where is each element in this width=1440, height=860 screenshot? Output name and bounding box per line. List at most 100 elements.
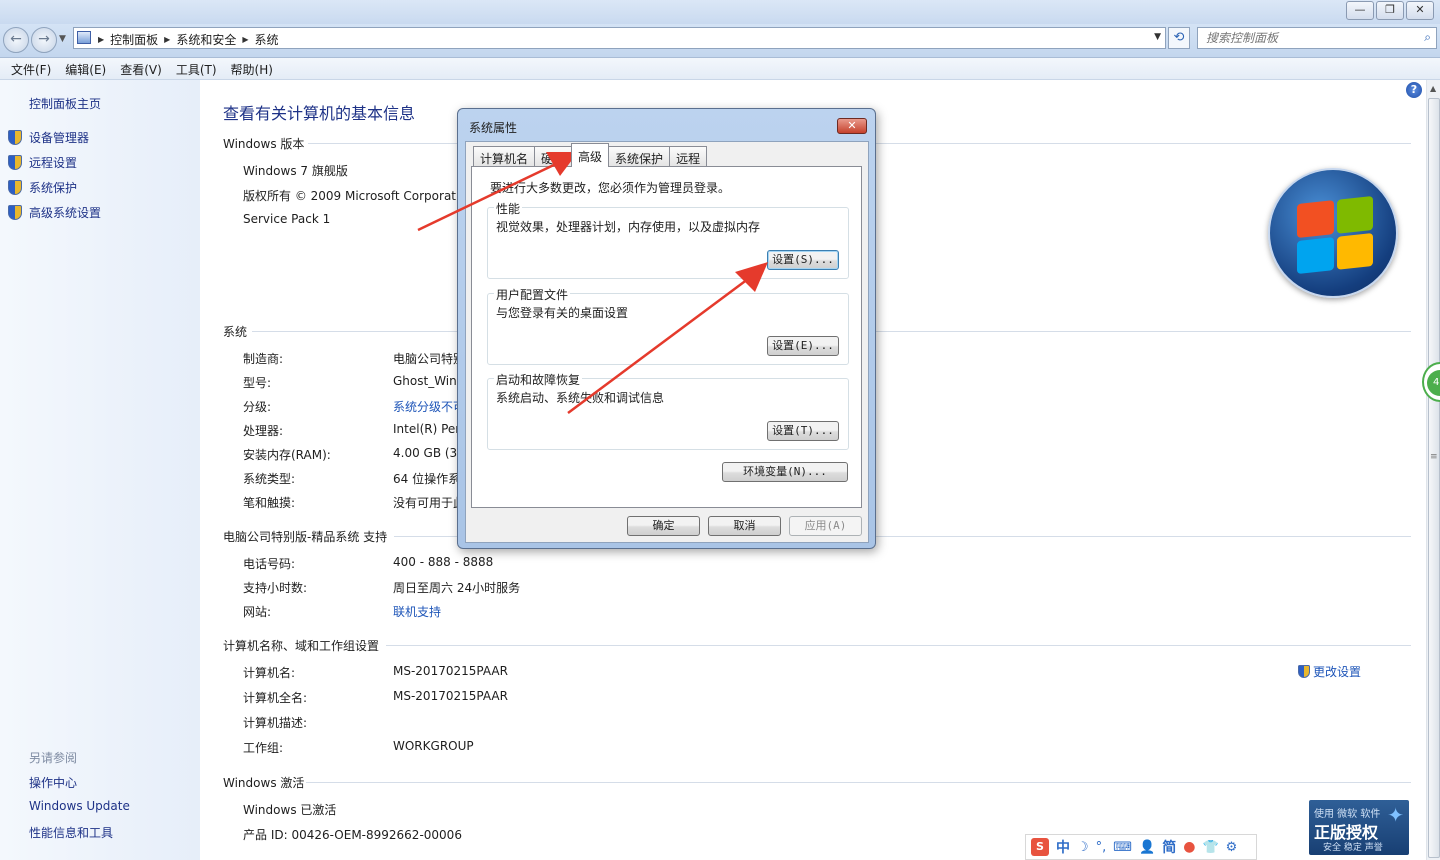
punctuation-icon[interactable]: °, <box>1096 840 1107 855</box>
product-id: 产品 ID: 00426-OEM-8992662-00006 <box>243 828 462 842</box>
computer-name-value: MS-20170215PAAR <box>393 664 508 678</box>
simplified-toggle[interactable]: 简 <box>1162 837 1176 857</box>
startup-recovery-group: 启动和故障恢复 系统启动、系统失败和调试信息 设置(T)... <box>487 371 849 450</box>
forward-button[interactable]: → <box>31 27 57 53</box>
startup-settings-button[interactable]: 设置(T)... <box>767 421 839 441</box>
info-label: 支持小时数: <box>243 581 308 595</box>
shirt-icon[interactable]: 👕 <box>1202 840 1218 855</box>
sidebar-item-label: 设备管理器 <box>29 131 90 145</box>
user-profiles-settings-button[interactable]: 设置(E)... <box>767 336 839 356</box>
scroll-thumb[interactable] <box>1428 98 1440 858</box>
refresh-button[interactable]: ⟲ <box>1168 27 1190 49</box>
user-profiles-group: 用户配置文件 与您登录有关的桌面设置 设置(E)... <box>487 286 849 365</box>
link-windows-update[interactable]: Windows Update <box>29 799 130 813</box>
sidebar-item-system-protection[interactable]: 系统保护 <box>8 179 77 196</box>
info-label: 制造商: <box>243 352 284 366</box>
info-value: 电脑公司特别 <box>393 352 466 366</box>
apply-button[interactable]: 应用(A) <box>789 516 862 536</box>
info-label: 型号: <box>243 376 272 390</box>
environment-variables-button[interactable]: 环境变量(N)... <box>722 462 848 482</box>
address-bar[interactable]: ▶ 控制面板 ▶ 系统和安全 ▶ 系统 ▼ <box>73 27 1166 49</box>
rating-link[interactable]: 系统分级不可 <box>393 398 465 415</box>
keyboard-icon[interactable]: ⌨ <box>1113 840 1132 855</box>
breadcrumb-item[interactable]: 系统 <box>255 31 279 48</box>
uac-shield-icon <box>8 180 22 195</box>
moon-icon[interactable]: ☽ <box>1077 840 1089 855</box>
uac-shield-icon <box>1298 665 1310 678</box>
menu-edit[interactable]: 编辑(E) <box>58 58 113 79</box>
star-icon: ✦ <box>1387 803 1404 827</box>
full-name-value: MS-20170215PAAR <box>393 689 508 703</box>
system-properties-dialog: 系统属性 ✕ 计算机名 硬件 高级 系统保护 远程 要进行大多数更改，您必须作为… <box>457 108 876 549</box>
restore-button[interactable]: ❐ <box>1376 1 1404 20</box>
activation-status: Windows 已激活 <box>243 803 337 817</box>
ime-toolbar: S 中 ☽ °, ⌨ 👤 简 ● 👕 ⚙ <box>1025 834 1257 860</box>
tab-computer-name[interactable]: 计算机名 <box>473 146 536 167</box>
dialog-close-button[interactable]: ✕ <box>837 118 867 134</box>
group-title: 用户配置文件 <box>494 286 571 303</box>
sidebar-item-advanced-settings[interactable]: 高级系统设置 <box>8 204 101 221</box>
skin-icon[interactable]: ● <box>1183 839 1195 855</box>
uac-shield-icon <box>8 155 22 170</box>
close-button[interactable]: ✕ <box>1406 1 1434 20</box>
window-titlebar: — ❐ ✕ <box>0 0 1440 24</box>
sogou-logo-icon[interactable]: S <box>1031 838 1049 856</box>
history-dropdown-icon[interactable]: ▼ <box>59 34 66 44</box>
tab-strip: 计算机名 硬件 高级 系统保护 远程 <box>473 143 708 167</box>
tab-remote[interactable]: 远程 <box>669 146 708 167</box>
system-heading: 系统 <box>223 325 248 339</box>
windows-logo-icon <box>1268 168 1398 298</box>
grip-icon: ≡ <box>1430 452 1438 462</box>
user-icon[interactable]: 👤 <box>1139 840 1155 855</box>
sidebar-item-label: 系统保护 <box>29 181 78 195</box>
menu-file[interactable]: 文件(F) <box>4 58 58 79</box>
phone-value: 400 - 888 - 8888 <box>393 555 494 569</box>
info-value: 64 位操作系 <box>393 472 461 486</box>
menu-tools[interactable]: 工具(T) <box>169 58 224 79</box>
breadcrumb-item[interactable]: 系统和安全 <box>176 31 236 48</box>
edition-name: Windows 7 旗舰版 <box>243 164 348 178</box>
search-input[interactable] <box>1206 29 1416 47</box>
change-settings-link[interactable]: 更改设置 <box>1298 663 1361 680</box>
uac-shield-icon <box>8 205 22 220</box>
sidebar-item-label: 远程设置 <box>29 156 78 170</box>
search-icon[interactable]: ⌕ <box>1424 30 1431 45</box>
address-dropdown-icon[interactable]: ▼ <box>1154 32 1161 42</box>
tab-system-protection[interactable]: 系统保护 <box>608 146 671 167</box>
menu-help[interactable]: 帮助(H) <box>224 58 280 79</box>
info-label: 工作组: <box>243 741 284 755</box>
info-label: 安装内存(RAM): <box>243 448 331 462</box>
minimize-button[interactable]: — <box>1346 1 1374 20</box>
back-button[interactable]: ← <box>3 27 29 53</box>
tab-hardware[interactable]: 硬件 <box>534 146 573 167</box>
info-label: 系统类型: <box>243 472 296 486</box>
group-description: 与您登录有关的桌面设置 <box>496 306 629 320</box>
info-value: Ghost_Win7 <box>393 374 465 388</box>
online-support-link[interactable]: 联机支持 <box>393 603 441 620</box>
link-action-center[interactable]: 操作中心 <box>29 774 77 791</box>
group-description: 系统启动、系统失败和调试信息 <box>496 391 665 405</box>
ime-language-toggle[interactable]: 中 <box>1056 837 1070 857</box>
sidebar: 控制面板主页 设备管理器 远程设置 系统保护 高级系统设置 另请参阅 操作中心 … <box>0 80 200 860</box>
scroll-up-icon[interactable]: ▲ <box>1430 84 1436 93</box>
gear-icon[interactable]: ⚙ <box>1226 840 1238 855</box>
info-label: 网站: <box>243 605 272 619</box>
ok-button[interactable]: 确定 <box>627 516 700 536</box>
vertical-scrollbar[interactable]: ▲ ≡ <box>1426 80 1440 860</box>
sidebar-item-label: 高级系统设置 <box>29 206 102 220</box>
service-pack-text: Service Pack 1 <box>243 212 331 226</box>
see-also-heading: 另请参阅 <box>29 751 78 765</box>
link-performance-tools[interactable]: 性能信息和工具 <box>29 824 113 841</box>
performance-settings-button[interactable]: 设置(S)... <box>767 250 839 270</box>
group-description: 视觉效果，处理器计划，内存使用，以及虚拟内存 <box>496 220 761 234</box>
breadcrumb-item[interactable]: 控制面板 <box>110 31 158 48</box>
cancel-button[interactable]: 取消 <box>708 516 781 536</box>
sidebar-home-link[interactable]: 控制面板主页 <box>29 95 101 112</box>
menu-view[interactable]: 查看(V) <box>113 58 169 79</box>
group-title: 启动和故障恢复 <box>494 371 583 388</box>
genuine-software-badge[interactable]: 使用 微软 软件 正版授权 安全 稳定 声誉 ✦ <box>1309 800 1409 855</box>
help-icon[interactable]: ? <box>1406 82 1422 98</box>
tab-advanced[interactable]: 高级 <box>571 143 610 167</box>
sidebar-item-remote-settings[interactable]: 远程设置 <box>8 154 77 171</box>
sidebar-item-device-manager[interactable]: 设备管理器 <box>8 129 89 146</box>
